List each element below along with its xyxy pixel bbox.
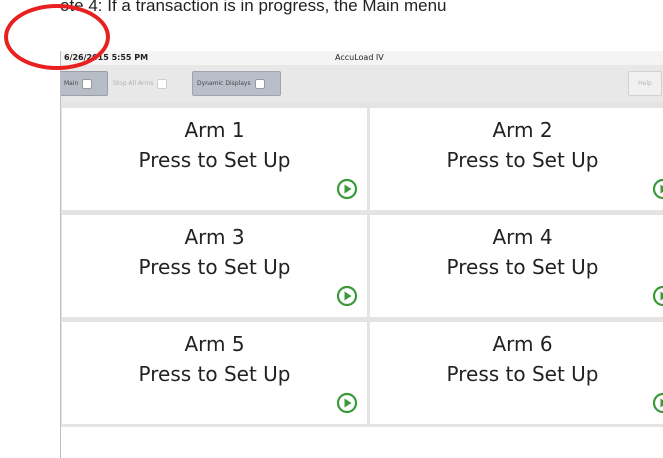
- arm-status: Press to Set Up: [138, 148, 291, 172]
- arm-tile-6[interactable]: Arm 6 Press to Set Up: [370, 322, 663, 424]
- arm-status: Press to Set Up: [446, 362, 599, 386]
- play-circle-icon[interactable]: [336, 392, 358, 414]
- toolbar: Main Stop All Arms Dynamic Displays Help: [61, 65, 663, 102]
- arm-name: Arm 4: [492, 225, 553, 249]
- accuload-screen: 6/26/2015 5:55 PM AccuLoad IV Main Stop …: [60, 51, 663, 458]
- checkbox-icon: [82, 78, 93, 89]
- arm-status: Press to Set Up: [446, 255, 599, 279]
- checkbox-icon: [157, 78, 168, 89]
- checkbox-icon: [254, 78, 265, 89]
- arm-tile-2[interactable]: Arm 2 Press to Set Up: [370, 108, 663, 210]
- arm-tile-1[interactable]: Arm 1 Press to Set Up: [62, 108, 367, 210]
- help-button[interactable]: Help: [628, 71, 662, 96]
- stop-all-arms-label: Stop All Arms: [113, 80, 154, 87]
- arm-name: Arm 2: [492, 118, 553, 142]
- arm-tile-4[interactable]: Arm 4 Press to Set Up: [370, 215, 663, 317]
- main-button-label: Main: [64, 80, 79, 87]
- main-button[interactable]: Main: [61, 71, 108, 96]
- arm-status: Press to Set Up: [138, 255, 291, 279]
- app-title: AccuLoad IV: [335, 53, 384, 62]
- arm-name: Arm 3: [184, 225, 245, 249]
- arm-name: Arm 5: [184, 332, 245, 356]
- bottom-area: [61, 427, 663, 458]
- arm-status: Press to Set Up: [138, 362, 291, 386]
- status-bar: 6/26/2015 5:55 PM AccuLoad IV: [61, 51, 663, 65]
- play-circle-icon[interactable]: [652, 178, 663, 200]
- arm-name: Arm 6: [492, 332, 553, 356]
- arm-tile-3[interactable]: Arm 3 Press to Set Up: [62, 215, 367, 317]
- dynamic-displays-label: Dynamic Displays: [197, 80, 251, 87]
- arm-status: Press to Set Up: [446, 148, 599, 172]
- caption-text: ote 4: If a transaction is in progress, …: [60, 0, 447, 15]
- arm-name: Arm 1: [184, 118, 245, 142]
- arm-tile-5[interactable]: Arm 5 Press to Set Up: [62, 322, 367, 424]
- highlight-circle: [4, 4, 110, 70]
- help-button-label: Help: [638, 80, 652, 87]
- play-circle-icon[interactable]: [336, 178, 358, 200]
- play-circle-icon[interactable]: [652, 285, 663, 307]
- stop-all-arms-button[interactable]: Stop All Arms: [109, 71, 185, 96]
- play-circle-icon[interactable]: [336, 285, 358, 307]
- dynamic-displays-button[interactable]: Dynamic Displays: [192, 71, 281, 96]
- play-circle-icon[interactable]: [652, 392, 663, 414]
